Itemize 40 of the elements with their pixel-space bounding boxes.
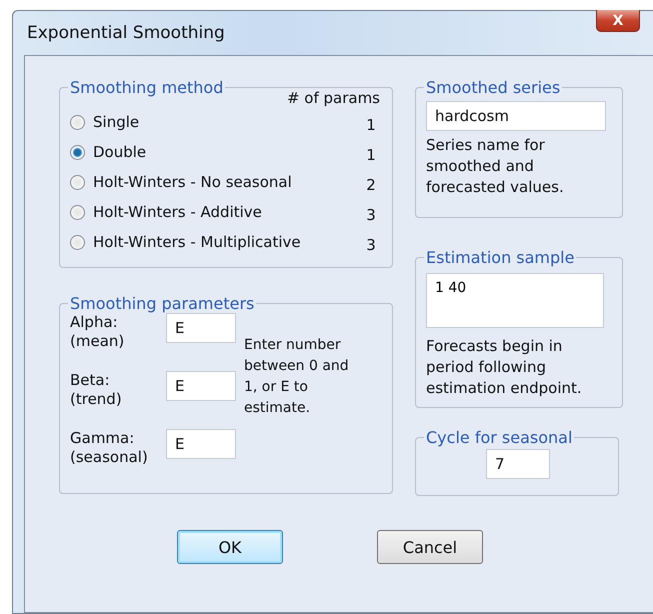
window-title: Exponential Smoothing <box>27 23 225 43</box>
radio-label[interactable]: Double <box>93 143 358 161</box>
radio-button[interactable] <box>70 114 85 130</box>
param-count: 1 <box>365 146 377 164</box>
cycle-input[interactable]: 7 <box>486 449 550 479</box>
radio-label[interactable]: Holt-Winters - Additive <box>93 203 358 221</box>
radio-button[interactable] <box>70 234 85 250</box>
radio-button[interactable] <box>70 204 85 220</box>
param-count: 3 <box>365 236 377 254</box>
parameter-label: Beta: <box>70 371 111 390</box>
radio-label[interactable]: Holt-Winters - Multiplicative <box>93 233 358 251</box>
group-legend: Cycle for seasonal <box>424 428 574 447</box>
parameter-sublabel: (trend) <box>70 390 123 409</box>
dialog-button[interactable]: Cancel <box>377 530 483 564</box>
dialog-button[interactable]: OK <box>177 530 283 564</box>
param-count: 3 <box>365 206 377 224</box>
parameter-label: Alpha: <box>70 313 119 332</box>
group-legend: Smoothed series <box>424 78 562 97</box>
parameter-input[interactable]: E <box>166 371 236 401</box>
parameter-label: Gamma: <box>70 429 136 448</box>
parameter-input[interactable]: E <box>166 313 236 343</box>
radio-label[interactable]: Holt-Winters - No seasonal <box>93 173 358 191</box>
radio-button[interactable] <box>70 174 85 190</box>
hint-text: Series name for smoothed and forecasted values. <box>426 135 565 198</box>
series-name-input[interactable]: hardcosm <box>426 101 606 131</box>
close-button[interactable]: X <box>596 10 640 32</box>
param-count: 2 <box>365 176 377 194</box>
hint-text: Enter number between 0 and 1, or E to estimate. <box>244 336 350 418</box>
group-legend: Estimation sample <box>424 248 576 267</box>
parameter-sublabel: (seasonal) <box>70 448 149 467</box>
group-legend: Smoothing parameters <box>68 294 256 313</box>
parameter-sublabel: (mean) <box>70 332 126 351</box>
radio-button[interactable] <box>70 144 85 160</box>
param-count: 1 <box>365 116 377 134</box>
hint-text: Forecasts begin in period following estimation endpoint. <box>426 336 583 399</box>
group-legend: Smoothing method <box>68 78 226 97</box>
sample-input[interactable]: 1 40 <box>426 273 604 328</box>
radio-label[interactable]: Single <box>93 113 358 131</box>
column-heading: # of params <box>286 89 380 107</box>
parameter-input[interactable]: E <box>166 429 236 459</box>
